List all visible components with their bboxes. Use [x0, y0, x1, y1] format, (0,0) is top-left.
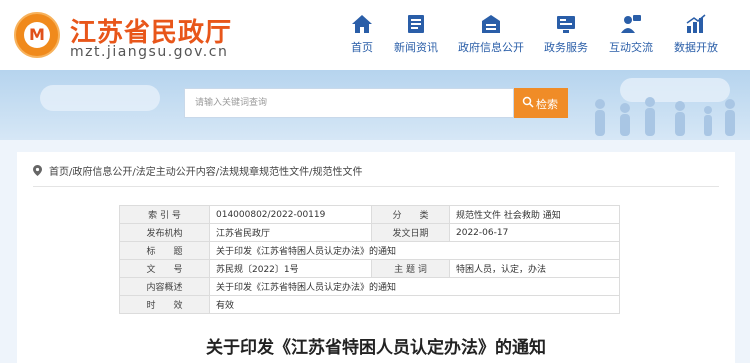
search-button-label: 检索 [536, 98, 558, 111]
meta-label-index-no: 索 引 号 [119, 205, 210, 224]
meta-label-summary: 内容概述 [119, 277, 210, 296]
content-card: 首页/政府信息公开/法定主动公开内容/法规规章规范性文件/规范性文件 索 引 号… [17, 152, 735, 363]
table-row: 索 引 号 014000802/2022-00119 分 类 规范性文件 社会救… [119, 205, 620, 224]
nav-item-news[interactable]: 新闻资讯 [373, 14, 459, 60]
site-header: M 江苏省民政厅 mzt.jiangsu.gov.cn 首页 新闻资讯 政府信息… [0, 0, 750, 70]
table-row: 时 效 有效 [119, 295, 620, 314]
meta-value-index-no: 014000802/2022-00119 [209, 205, 372, 224]
logo-mark: M [29, 25, 45, 44]
breadcrumb-statutory-content[interactable]: 法定主动公开内容 [136, 167, 216, 178]
meta-label-topic: 主 题 词 [371, 259, 450, 278]
breadcrumb-home[interactable]: 首页 [49, 167, 69, 178]
meta-value-title: 关于印发《江苏省特困人员认定办法》的通知 [209, 241, 620, 260]
search-icon [522, 96, 534, 108]
meta-label-date: 发文日期 [371, 223, 450, 242]
nav-label: 政府信息公开 [458, 41, 524, 54]
meta-value-validity: 有效 [209, 295, 620, 314]
search-button[interactable]: 检索 [514, 88, 568, 118]
search-box [184, 88, 514, 118]
meta-label-validity: 时 效 [119, 295, 210, 314]
nav-label: 新闻资讯 [394, 41, 438, 54]
document-metadata-table: 索 引 号 014000802/2022-00119 分 类 规范性文件 社会救… [119, 205, 620, 314]
breadcrumb: 首页/政府信息公开/法定主动公开内容/法规规章规范性文件/规范性文件 [33, 163, 363, 178]
nav-label: 数据开放 [674, 41, 718, 54]
meta-value-category: 规范性文件 社会救助 通知 [449, 205, 620, 224]
nav-item-info-disclosure[interactable]: 政府信息公开 [448, 14, 534, 60]
table-row: 标 题 关于印发《江苏省特困人员认定办法》的通知 [119, 241, 620, 260]
cloud-decoration [40, 85, 160, 111]
site-logo[interactable]: M [14, 12, 60, 58]
breadcrumb-info-disclosure[interactable]: 政府信息公开 [72, 167, 132, 178]
nav-item-data[interactable]: 数据开放 [653, 14, 739, 60]
meta-value-date: 2022-06-17 [449, 223, 620, 242]
news-icon [408, 15, 424, 33]
logo-emblem: M [24, 22, 50, 48]
meta-value-publisher: 江苏省民政厅 [209, 223, 372, 242]
people-silhouette-icon [595, 97, 735, 136]
meta-value-summary: 关于印发《江苏省特困人员认定办法》的通知 [209, 277, 620, 296]
breadcrumb-divider [33, 186, 719, 187]
meta-label-category: 分 类 [371, 205, 450, 224]
breadcrumb-normative-documents[interactable]: 规范性文件 [313, 167, 363, 178]
chart-icon [686, 14, 706, 33]
location-pin-icon [33, 165, 42, 176]
home-icon [352, 15, 372, 33]
document-title: 关于印发《江苏省特困人员认定办法》的通知 [206, 338, 546, 358]
meta-value-doc-no: 苏民规〔2022〕1号 [209, 259, 372, 278]
info-disclosure-icon [482, 15, 500, 33]
table-row: 文 号 苏民规〔2022〕1号 主 题 词 特困人员，认定，办法 [119, 259, 620, 278]
search-input[interactable] [185, 89, 513, 117]
meta-label-doc-no: 文 号 [119, 259, 210, 278]
table-row: 发布机构 江苏省民政厅 发文日期 2022-06-17 [119, 223, 620, 242]
table-row: 内容概述 关于印发《江苏省特困人员认定办法》的通知 [119, 277, 620, 296]
meta-label-title: 标 题 [119, 241, 210, 260]
meta-label-publisher: 发布机构 [119, 223, 210, 242]
interaction-icon [621, 15, 641, 33]
meta-value-topic: 特困人员，认定，办法 [449, 259, 620, 278]
service-icon [557, 16, 575, 33]
search-banner: 检索 [0, 70, 750, 140]
site-url: mzt.jiangsu.gov.cn [70, 44, 229, 60]
breadcrumb-regulations[interactable]: 法规规章规范性文件 [219, 167, 309, 178]
